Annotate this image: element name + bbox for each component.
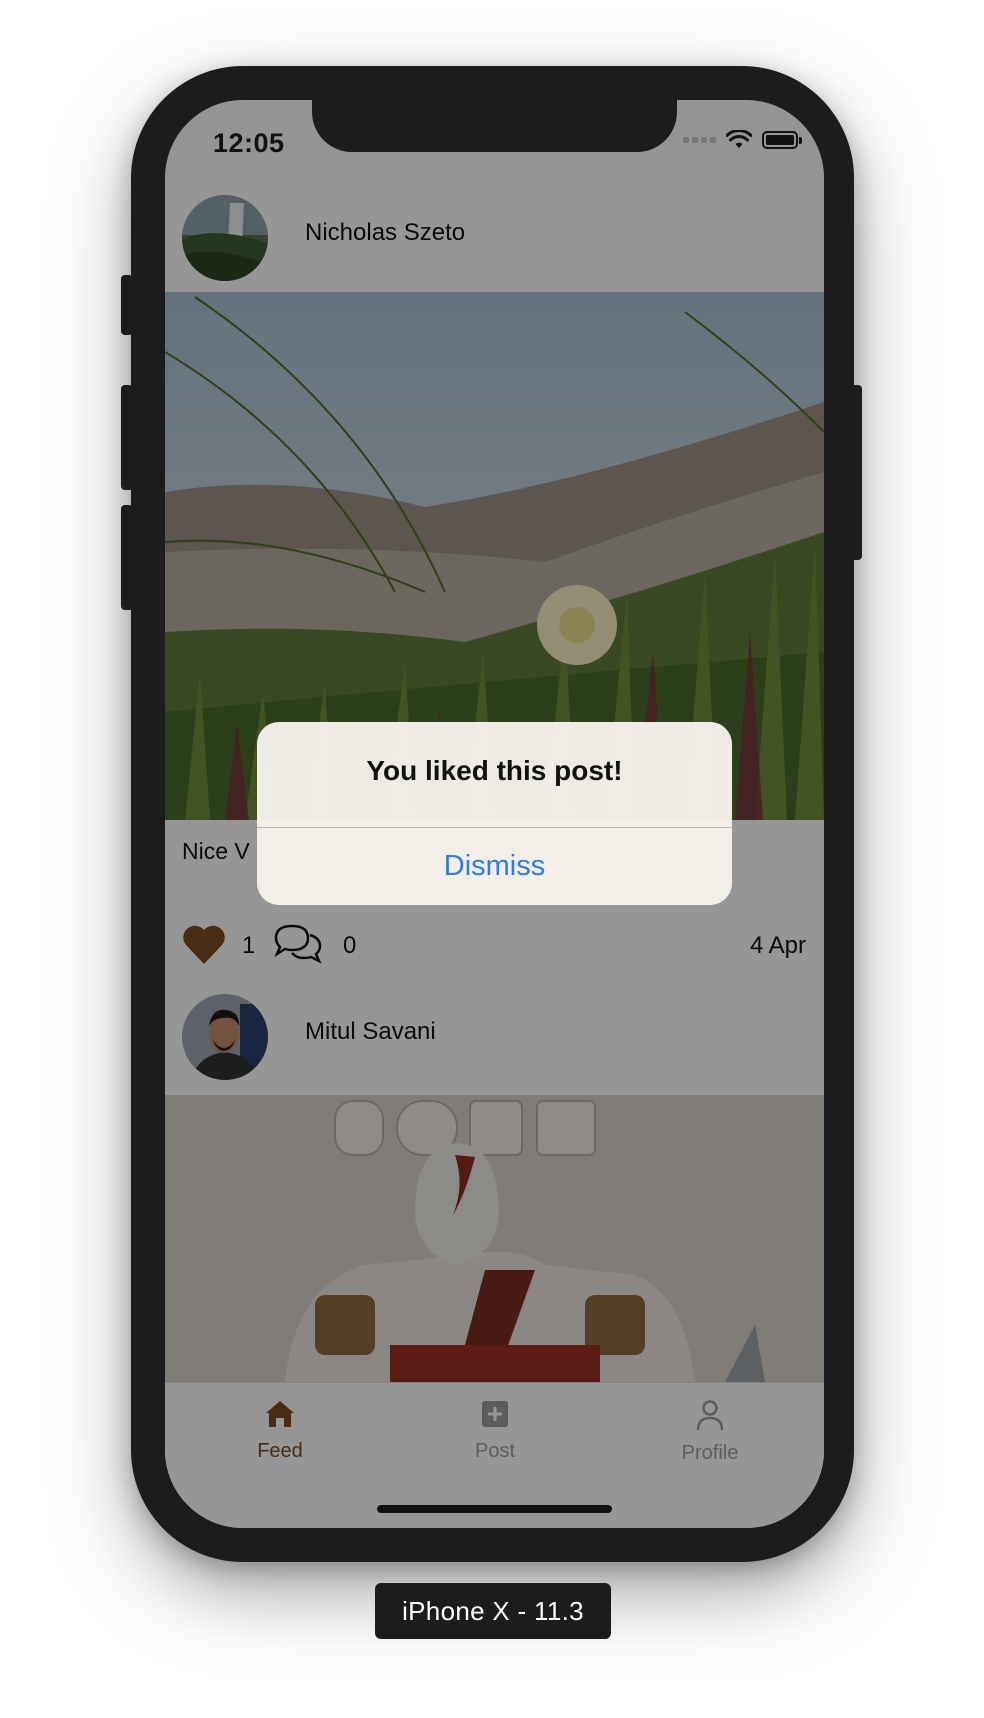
status-icons <box>683 130 802 150</box>
screen: 12:05 Nicholas Szeto Nice V 1 0 4 Apr Mi… <box>165 100 824 1528</box>
side-button <box>121 275 133 335</box>
battery-icon <box>762 131 802 149</box>
device-label: iPhone X - 11.3 <box>375 1583 611 1639</box>
alert-title: You liked this post! <box>366 755 623 786</box>
side-button <box>121 385 133 490</box>
home-indicator[interactable] <box>377 1505 612 1513</box>
notch <box>312 100 677 152</box>
status-time: 12:05 <box>213 128 285 158</box>
signal-icon <box>683 137 716 143</box>
power-button <box>850 385 862 560</box>
dismiss-button[interactable]: Dismiss <box>257 828 732 905</box>
side-button <box>121 505 133 610</box>
wifi-icon <box>726 130 752 148</box>
alert-dialog: You liked this post! Dismiss <box>257 722 732 905</box>
